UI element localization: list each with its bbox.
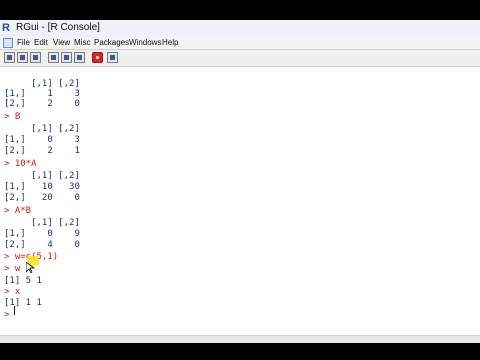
console-line: [2,] 2 1 [4,146,80,156]
copy-paste-button[interactable] [74,52,85,63]
console-line: [1] 5 1 [4,276,42,286]
copy-paste-icon [77,55,82,60]
menu-file[interactable]: File [17,37,30,48]
toolbar [0,50,480,67]
mouse-pointer-icon [26,262,35,273]
menu-help[interactable]: Help [162,37,178,48]
console-line: [,1] [,2] [4,171,80,181]
console-line: [1] 1 1 [4,298,42,308]
console-line: > 10*A [4,159,37,169]
console-line: [1,] 1 3 [4,89,80,99]
copy-icon [51,55,56,60]
print-icon [110,55,115,60]
console-line: [1,] 10 30 [4,182,80,192]
copy-button[interactable] [48,52,59,63]
save-icon [33,55,38,60]
console-output[interactable]: [,1] [,2] [1,] 1 3 [2,] 2 0 > B [,1] [,2… [0,67,480,335]
paste-icon [64,55,69,60]
window-title: RGui - [R Console] [16,22,100,33]
window-titlebar: R RGui - [R Console] [0,20,480,37]
console-line: [,1] [,2] [4,218,80,228]
console-line: > B [4,112,21,122]
menu-bar: File Edit View Misc Packages Windows Hel… [0,36,480,50]
menu-windows[interactable]: Windows [129,37,161,48]
menu-misc[interactable]: Misc [74,37,90,48]
console-line: > A*B [4,206,32,216]
stop-button[interactable] [92,52,103,63]
menu-edit[interactable]: Edit [34,37,48,48]
console-line: [,1] [,2] [4,124,80,134]
horizontal-scrollbar[interactable] [0,335,480,343]
load-workspace-button[interactable] [17,52,28,63]
console-line: [2,] 4 0 [4,240,80,250]
folder-icon [7,55,12,60]
console-line: [,1] [,2] [4,79,80,89]
open-script-button[interactable] [4,52,15,63]
menu-packages[interactable]: Packages [94,37,129,48]
load-icon [20,55,25,60]
console-line: [1,] 0 3 [4,135,80,145]
save-workspace-button[interactable] [30,52,41,63]
console-line: > w [4,264,21,274]
console-line: [2,] 20 0 [4,193,80,203]
console-line: > x [4,287,21,297]
console-line: [2,] 2 0 [4,99,80,109]
print-button[interactable] [107,52,118,63]
menu-view[interactable]: View [53,37,70,48]
text-cursor [14,306,15,315]
stop-icon [96,56,99,59]
console-document-icon [3,38,13,48]
r-logo-icon: R [2,22,10,34]
console-line: [1,] 0 9 [4,229,80,239]
paste-button[interactable] [61,52,72,63]
